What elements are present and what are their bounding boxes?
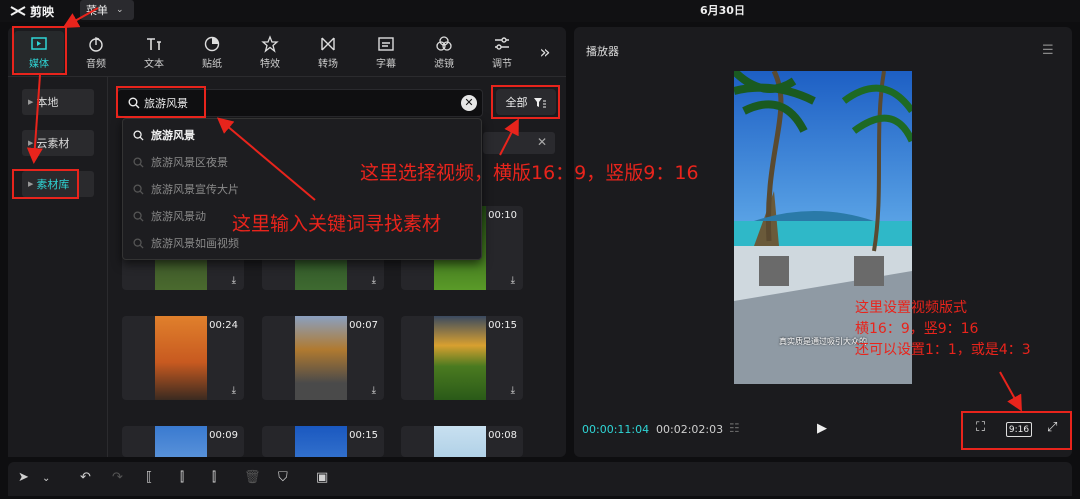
annotation-arrows — [26, 7, 1022, 412]
ratio-annotation-line: 横16：9，竖9：16 — [855, 321, 979, 337]
ratio-annotation-line: 这里设置视频版式 — [855, 300, 967, 316]
ratio-annotation-line: 还可以设置1：1，或是4：3 — [855, 342, 1031, 358]
keyword-annotation: 这里输入关键词寻找素材 — [232, 213, 442, 235]
filter-annotation: 这里选择视频，横版16：9，竖版9：16 — [360, 162, 699, 184]
ratio-annotation: 这里设置视频版式 横16：9，竖9：16 还可以设置1：1，或是4：3 — [855, 298, 1031, 361]
